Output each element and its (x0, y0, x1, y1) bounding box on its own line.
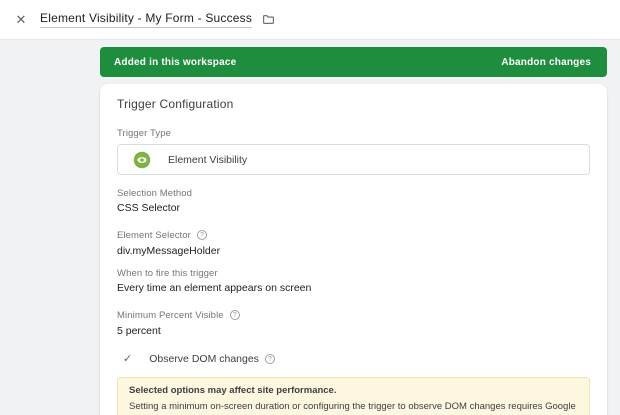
minimum-percent-visible-value: 5 percent (117, 325, 590, 337)
close-icon[interactable]: ✕ (13, 12, 29, 28)
gtm-trigger-editor: ✕ Element Visibility - My Form - Success… (0, 0, 620, 415)
field-selection-method: Selection Method CSS Selector (117, 188, 590, 214)
field-when-to-fire: When to fire this trigger Every time an … (117, 268, 590, 294)
topbar: ✕ Element Visibility - My Form - Success (0, 0, 620, 40)
trigger-type-label: Trigger Type (117, 128, 590, 139)
element-selector-value: div.myMessageHolder (117, 245, 590, 257)
field-element-selector: Element Selector? div.myMessageHolder (117, 225, 590, 258)
observe-dom-changes-label: Observe DOM changes (149, 353, 259, 365)
observe-dom-changes-checkbox[interactable]: ✓ Observe DOM changes ? (117, 352, 590, 365)
warning-body: Setting a minimum on-screen duration or … (129, 399, 578, 415)
trigger-type-row[interactable]: Element Visibility (117, 144, 590, 175)
element-selector-label: Element Selector (117, 230, 191, 241)
minimum-percent-visible-label: Minimum Percent Visible (117, 310, 224, 321)
performance-warning: Selected options may affect site perform… (117, 377, 590, 415)
card-title: Trigger Configuration (117, 97, 590, 111)
banner-status-text: Added in this workspace (114, 57, 236, 68)
help-icon[interactable]: ? (265, 354, 275, 364)
check-icon: ✓ (123, 352, 132, 365)
warning-title: Selected options may affect site perform… (129, 385, 578, 396)
trigger-name-title[interactable]: Element Visibility - My Form - Success (40, 11, 252, 28)
folder-icon[interactable] (262, 13, 275, 26)
trigger-configuration-card: Trigger Configuration Trigger Type Eleme… (100, 84, 607, 415)
abandon-changes-button[interactable]: Abandon changes (499, 53, 593, 72)
when-to-fire-value: Every time an element appears on screen (117, 282, 590, 294)
workspace-status-banner: Added in this workspace Abandon changes (100, 47, 607, 77)
selection-method-label: Selection Method (117, 188, 590, 199)
help-icon[interactable]: ? (230, 310, 240, 320)
when-to-fire-label: When to fire this trigger (117, 268, 590, 279)
field-minimum-percent-visible: Minimum Percent Visible? 5 percent (117, 305, 590, 338)
eye-icon (133, 151, 151, 169)
help-icon[interactable]: ? (197, 230, 207, 240)
content-area: Added in this workspace Abandon changes … (0, 40, 620, 415)
trigger-type-value: Element Visibility (168, 154, 247, 166)
selection-method-value: CSS Selector (117, 202, 590, 214)
